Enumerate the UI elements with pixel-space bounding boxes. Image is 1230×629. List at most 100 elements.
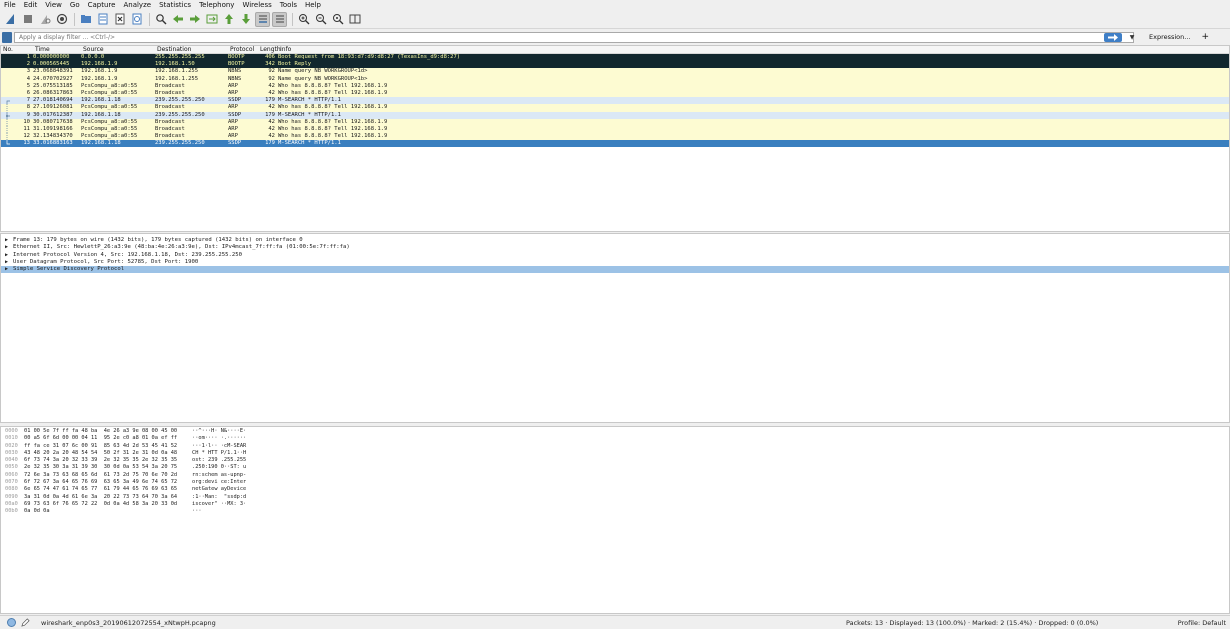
hex-dump-row[interactable]: 0030 43 48 20 2a 20 48 54 54 50 2f 31 2e … — [1, 450, 1229, 457]
go-forward-button[interactable] — [187, 12, 202, 27]
hex-dump-row[interactable]: 0050 2e 32 35 30 3a 31 39 30 30 0d 0a 53 … — [1, 464, 1229, 471]
expand-arrow-icon[interactable]: ▶ — [5, 252, 13, 259]
hex-dump-row[interactable]: 0070 6f 72 67 3a 64 65 76 69 63 65 3a 49 … — [1, 479, 1229, 486]
save-file-button[interactable] — [95, 12, 110, 27]
zoom-out-button[interactable] — [313, 12, 328, 27]
column-header-destination[interactable]: Destination — [155, 46, 228, 53]
packet-row[interactable]: 11 31.109198166 PcsCompu_a8:a0:55 Broadcast… — [1, 125, 1229, 134]
packet-row[interactable]: 12 32.134834370 PcsCompu_a8:a0:55 Broadcast… — [1, 133, 1229, 141]
packet-details-pane[interactable]: ▶ Frame 13: 179 bytes on wire (1432 bits)… — [0, 233, 1230, 423]
packet-cell-info: Who has 8.8.8.8? Tell 192.168.1.9 — [278, 118, 388, 125]
hex-bytes: 0a 0d 0a — [24, 508, 50, 515]
capture-options-button[interactable] — [54, 12, 69, 27]
go-to-packet-button[interactable] — [204, 12, 219, 27]
detail-tree-item[interactable]: ▶ User Datagram Protocol, Src Port: 52785… — [1, 259, 1229, 266]
close-file-button[interactable] — [112, 12, 127, 27]
packet-row[interactable]: 6 26.086317863 PcsCompu_a8:a0:55 Broadcast A… — [1, 89, 1229, 98]
hex-bytes: 01 00 5e 7f ff fa 48 ba 4e 26 a3 9e 08 0… — [24, 428, 178, 434]
hex-dump-row[interactable]: 0040 6f 73 74 3a 20 32 33 39 2e 32 35 35 … — [1, 457, 1229, 464]
packet-bytes-pane[interactable]: 0000 01 00 5e 7f ff fa 48 ba 4e 26 a3 9e … — [0, 426, 1230, 614]
packet-row[interactable]: 8 27.109126081 PcsCompu_a8:a0:55 Broadcast A… — [1, 104, 1229, 112]
restart-capture-button[interactable] — [37, 12, 52, 27]
column-header-info[interactable]: Info — [278, 46, 1229, 53]
hex-dump-row[interactable]: 00b0 0a 0d 0a ··· — [1, 508, 1229, 515]
detail-tree-item[interactable]: ▶ Frame 13: 179 bytes on wire (1432 bits)… — [1, 237, 1229, 244]
packet-row[interactable]: 3 23.068848391 192.168.1.9 192.168.1.255 NBN… — [1, 68, 1229, 76]
add-filter-button[interactable]: + — [1201, 32, 1209, 42]
column-header-length[interactable]: Length — [258, 46, 281, 53]
packet-row[interactable]: 10 30.080717638 PcsCompu_a8:a0:55 Broadcast… — [1, 118, 1229, 126]
packet-row[interactable]: 5 25.075513185 PcsCompu_a8:a0:55 Broadcast A… — [1, 82, 1229, 90]
packet-cell-proto: ARP — [228, 118, 238, 125]
start-capture-button[interactable] — [3, 12, 18, 27]
packet-row[interactable]: 13 33.016883163 192.168.1.18 239.255.255.25… — [1, 140, 1229, 148]
hex-dump-row[interactable]: 0060 72 6e 3a 73 63 68 65 6d 61 73 2d 75 … — [1, 472, 1229, 479]
menu-help[interactable]: Help — [305, 0, 321, 10]
packet-cell-src: 192.168.1.9 — [81, 61, 118, 68]
menu-wireless[interactable]: Wireless — [242, 0, 271, 10]
hex-dump-row[interactable]: 0020 ff fa ce 31 07 6c 00 91 85 63 4d 2d … — [1, 443, 1229, 450]
packet-cell-no: 4 — [26, 75, 30, 82]
go-back-button[interactable] — [170, 12, 185, 27]
toolbar-separator — [74, 12, 75, 26]
zoom-reset-icon — [332, 14, 343, 25]
go-last-button[interactable] — [238, 12, 253, 27]
pencil-icon[interactable] — [21, 618, 30, 627]
hex-dump-row[interactable]: 0000 01 00 5e 7f ff fa 48 ba 4e 26 a3 9e … — [1, 428, 1229, 435]
detail-tree-item[interactable]: ▶ Ethernet II, Src: HewlettP_26:a3:9e (48… — [1, 244, 1229, 251]
detail-tree-item[interactable]: ▶ Simple Service Discovery Protocol — [1, 266, 1229, 274]
hex-offset: 0000 — [5, 428, 18, 434]
go-first-button[interactable] — [221, 12, 236, 27]
open-file-button[interactable] — [78, 12, 93, 27]
column-header-no[interactable]: No. — [1, 46, 33, 53]
expression-button[interactable]: Expression... — [1149, 33, 1190, 41]
resize-columns-button[interactable] — [347, 12, 362, 27]
menu-go[interactable]: Go — [70, 0, 80, 10]
menu-telephony[interactable]: Telephony — [199, 0, 234, 10]
detail-tree-item[interactable]: ▶ Internet Protocol Version 4, Src: 192.1… — [1, 252, 1229, 259]
hex-dump-row[interactable]: 0090 3a 31 0d 0a 4d 61 6e 3a 20 22 73 73 … — [1, 494, 1229, 501]
expand-arrow-icon[interactable]: ▶ — [5, 244, 13, 251]
apply-filter-button[interactable] — [1104, 32, 1122, 42]
expand-arrow-icon[interactable]: ▶ — [5, 266, 13, 273]
menu-tools[interactable]: Tools — [280, 0, 297, 10]
autoscroll-button[interactable] — [255, 11, 270, 27]
zoom-in-button[interactable] — [296, 12, 311, 27]
column-header-time[interactable]: Time — [33, 46, 81, 53]
expand-arrow-icon[interactable]: ▶ — [5, 237, 13, 244]
hex-bytes: 69 73 63 6f 76 65 72 22 0d 0a 4d 58 3a 2… — [24, 500, 178, 507]
hex-offset: 0030 — [5, 449, 18, 456]
menu-analyze[interactable]: Analyze — [123, 0, 151, 10]
zoom-normal-button[interactable] — [330, 12, 345, 27]
colorize-button[interactable] — [272, 11, 287, 27]
stop-capture-button[interactable] — [20, 12, 35, 27]
expand-arrow-icon[interactable]: ▶ — [5, 259, 13, 266]
menu-view[interactable]: View — [45, 0, 62, 10]
find-packet-button[interactable] — [153, 12, 168, 27]
packet-list[interactable]: No. Time Source Destination Protocol Len… — [0, 45, 1230, 232]
profile-label[interactable]: Profile: Default — [1178, 619, 1226, 627]
column-header-protocol[interactable]: Protocol — [228, 46, 258, 53]
related-packet-marker — [5, 133, 11, 141]
hex-bytes: 6e 65 74 47 61 74 65 77 61 79 44 65 76 6… — [24, 486, 178, 493]
column-header-source[interactable]: Source — [81, 46, 155, 53]
menu-file[interactable]: File — [4, 0, 16, 10]
display-filter-input[interactable] — [14, 31, 1134, 43]
packet-row[interactable]: 7 27.018140694 192.168.1.18 239.255.255.250… — [1, 97, 1229, 105]
expert-info-icon[interactable] — [7, 618, 16, 627]
menu-edit[interactable]: Edit — [24, 0, 38, 10]
hex-dump-row[interactable]: 0010 00 a5 6f 6d 00 00 04 11 95 2e c0 a8 … — [1, 435, 1229, 442]
hex-dump-row[interactable]: 0080 6e 65 74 47 61 74 65 77 61 79 44 65 … — [1, 486, 1229, 493]
filter-history-dropdown[interactable]: ▼ — [1127, 32, 1137, 43]
packet-row[interactable]: 9 30.017612387 192.168.1.18 239.255.255.250… — [1, 111, 1229, 119]
packet-row[interactable]: 1 0.000000000 0.0.0.0 255.255.255.255 BOOTP 4… — [1, 54, 1229, 62]
menu-capture[interactable]: Capture — [88, 0, 116, 10]
reload-file-button[interactable] — [129, 12, 144, 27]
hex-dump-row[interactable]: 00a0 69 73 63 6f 76 65 72 22 0d 0a 4d 58 … — [1, 501, 1229, 508]
packet-row[interactable]: 2 0.000565445 192.168.1.9 192.168.1.50 BOOTP… — [1, 61, 1229, 69]
menu-statistics[interactable]: Statistics — [159, 0, 191, 10]
bookmark-icon[interactable] — [2, 31, 12, 43]
toolbar-separator — [149, 12, 150, 26]
packet-row[interactable]: 4 24.070702927 192.168.1.9 192.168.1.255 NBN… — [1, 75, 1229, 83]
packet-cell-dst: 192.168.1.50 — [155, 61, 195, 68]
